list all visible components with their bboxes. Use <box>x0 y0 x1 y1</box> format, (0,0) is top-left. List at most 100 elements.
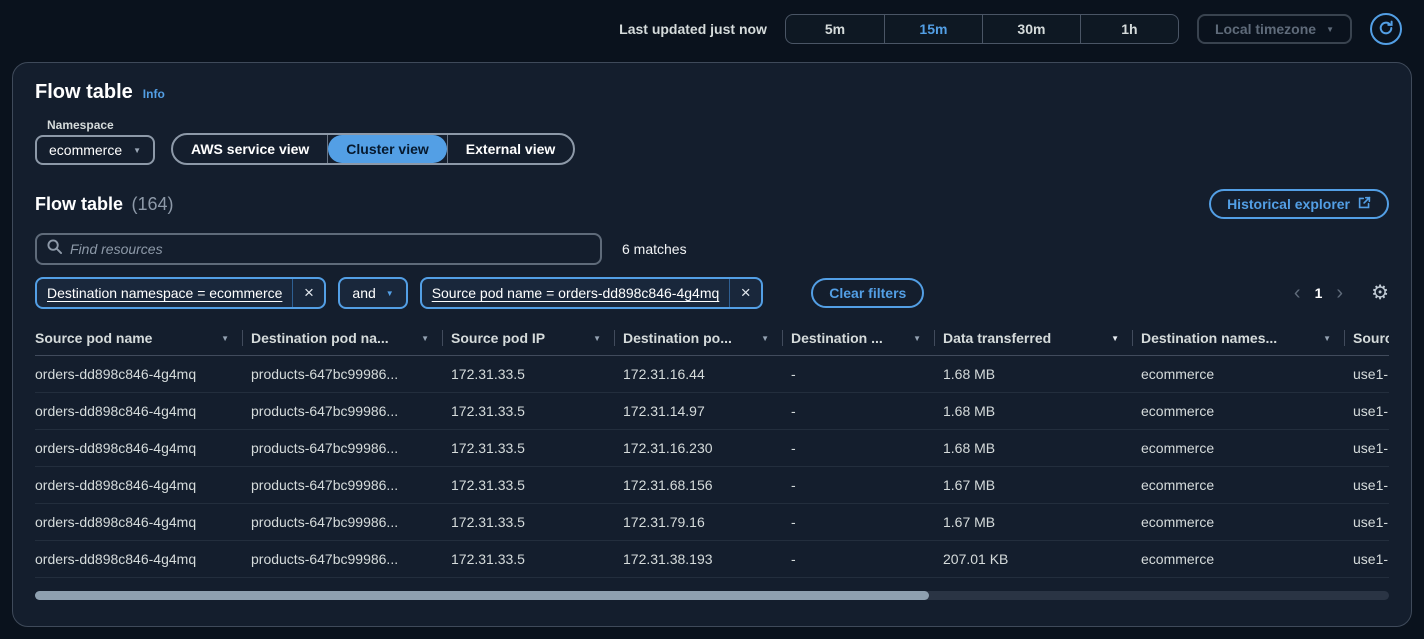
cell-data-transferred: 1.67 MB <box>943 467 1141 504</box>
gear-icon: ⚙ <box>1371 282 1389 304</box>
tab-aws-service-view[interactable]: AWS service view <box>173 135 327 163</box>
column-filter-icon[interactable]: ▼ <box>1323 334 1331 343</box>
table-row[interactable]: orders-dd898c846-4g4mq products-647bc999… <box>35 541 1389 578</box>
column-label: Source pod name <box>35 330 152 346</box>
tab-cluster-view[interactable]: Cluster view <box>328 135 446 163</box>
search-input[interactable] <box>70 241 590 257</box>
remove-filter-button[interactable]: × <box>729 279 761 307</box>
col-header-source-pod-ip[interactable]: Source pod IP ▼ <box>451 323 623 356</box>
time-range-15m[interactable]: 15m <box>884 15 982 43</box>
column-filter-icon[interactable]: ▼ <box>593 334 601 343</box>
cell-data-transferred: 1.67 MB <box>943 504 1141 541</box>
cell-source-pod-ip: 172.31.33.5 <box>451 541 623 578</box>
cell-source-pod-ip: 172.31.33.5 <box>451 356 623 393</box>
clear-filters-button[interactable]: Clear filters <box>811 278 924 308</box>
cell-source-clipped: use1- <box>1353 467 1389 504</box>
table-row[interactable]: orders-dd898c846-4g4mq products-647bc999… <box>35 356 1389 393</box>
cell-source-clipped: use1- <box>1353 504 1389 541</box>
chevron-down-icon: ▼ <box>1326 25 1334 34</box>
previous-page-button[interactable]: ‹ <box>1286 283 1309 303</box>
timezone-dropdown[interactable]: Local timezone ▼ <box>1197 14 1352 44</box>
cell-source-pod-ip: 172.31.33.5 <box>451 467 623 504</box>
refresh-icon <box>1378 20 1394 39</box>
filter-operator-dropdown[interactable]: and ▼ <box>338 277 407 309</box>
remove-filter-button[interactable]: × <box>292 279 324 307</box>
table-row[interactable]: orders-dd898c846-4g4mq products-647bc999… <box>35 430 1389 467</box>
filter-token-source-pod-name: Source pod name = orders-dd898c846-4g4mq… <box>420 277 764 309</box>
column-filter-icon[interactable]: ▼ <box>913 334 921 343</box>
table-row[interactable]: orders-dd898c846-4g4mq products-647bc999… <box>35 393 1389 430</box>
matches-count: 6 matches <box>622 241 687 257</box>
scrollbar-thumb[interactable] <box>35 591 929 600</box>
cell-destination-pod-name: products-647bc99986... <box>251 393 451 430</box>
time-range-5m[interactable]: 5m <box>786 15 884 43</box>
cell-data-transferred: 207.01 KB <box>943 541 1141 578</box>
column-label: Destination names... <box>1141 330 1277 346</box>
view-segmented-control: AWS service view Cluster view External v… <box>171 133 575 165</box>
table-count: (164) <box>131 194 173 214</box>
col-header-destination[interactable]: Destination ... ▼ <box>791 323 943 356</box>
column-label: Destination ... <box>791 330 883 346</box>
cell-destination: - <box>791 467 943 504</box>
column-filter-icon[interactable]: ▼ <box>421 334 429 343</box>
col-header-source-pod-name[interactable]: Source pod name ▼ <box>35 323 251 356</box>
info-link[interactable]: Info <box>143 87 165 101</box>
top-toolbar: Last updated just now 5m 15m 30m 1h Loca… <box>0 0 1424 58</box>
cell-source-pod-name: orders-dd898c846-4g4mq <box>35 356 251 393</box>
close-icon: × <box>741 283 751 303</box>
column-label: Destination pod na... <box>251 330 389 346</box>
cell-destination-namespace: ecommerce <box>1141 356 1353 393</box>
panel-title: Flow table <box>35 81 133 104</box>
cell-source-pod-ip: 172.31.33.5 <box>451 504 623 541</box>
search-icon <box>47 239 62 259</box>
chevron-down-icon: ▼ <box>133 146 141 155</box>
cell-destination-pod-name: products-647bc99986... <box>251 467 451 504</box>
tab-external-view[interactable]: External view <box>448 135 574 163</box>
cell-source-pod-name: orders-dd898c846-4g4mq <box>35 541 251 578</box>
column-filter-icon[interactable]: ▼ <box>221 334 229 343</box>
cell-destination-pod-ip: 172.31.68.156 <box>623 467 791 504</box>
pagination: ‹ 1 › <box>1286 283 1351 303</box>
time-range-1h[interactable]: 1h <box>1080 15 1178 43</box>
column-label: Destination po... <box>623 330 732 346</box>
flow-table: Source pod name▼ Destination pod na...▼ … <box>35 323 1389 578</box>
col-header-destination-namespace[interactable]: Destination names... ▼ <box>1141 323 1353 356</box>
horizontal-scrollbar[interactable] <box>35 591 1389 600</box>
sort-descending-icon[interactable]: ▼ <box>1111 334 1119 343</box>
table-row[interactable]: orders-dd898c846-4g4mq products-647bc999… <box>35 504 1389 541</box>
column-filter-icon[interactable]: ▼ <box>761 334 769 343</box>
flow-table-panel: Flow table Info Namespace ecommerce ▼ AW… <box>12 62 1412 627</box>
cell-destination: - <box>791 356 943 393</box>
time-range-segmented-control: 5m 15m 30m 1h <box>785 14 1179 44</box>
table-row[interactable]: orders-dd898c846-4g4mq products-647bc999… <box>35 467 1389 504</box>
cell-source-clipped: use1- <box>1353 393 1389 430</box>
cell-destination: - <box>791 430 943 467</box>
table-heading: Flow table <box>35 194 123 214</box>
table-settings-button[interactable]: ⚙ <box>1371 283 1389 303</box>
cell-destination-namespace: ecommerce <box>1141 393 1353 430</box>
cell-destination-pod-ip: 172.31.16.44 <box>623 356 791 393</box>
clear-filters-label: Clear filters <box>829 285 906 301</box>
next-page-button[interactable]: › <box>1328 283 1351 303</box>
filter-token-label[interactable]: Destination namespace = ecommerce <box>37 279 292 307</box>
column-label: Sourc <box>1353 330 1389 346</box>
cell-data-transferred: 1.68 MB <box>943 393 1141 430</box>
time-range-30m[interactable]: 30m <box>982 15 1080 43</box>
cell-data-transferred: 1.68 MB <box>943 430 1141 467</box>
historical-explorer-button[interactable]: Historical explorer <box>1209 189 1389 219</box>
cell-destination: - <box>791 504 943 541</box>
table-header-row: Source pod name▼ Destination pod na...▼ … <box>35 323 1389 356</box>
cell-destination-pod-ip: 172.31.16.230 <box>623 430 791 467</box>
column-label: Source pod IP <box>451 330 545 346</box>
refresh-button[interactable] <box>1370 13 1402 45</box>
cell-source-pod-name: orders-dd898c846-4g4mq <box>35 430 251 467</box>
cell-destination-pod-ip: 172.31.38.193 <box>623 541 791 578</box>
namespace-select[interactable]: ecommerce ▼ <box>35 135 155 165</box>
col-header-data-transferred[interactable]: Data transferred▼ <box>943 323 1141 356</box>
filter-token-label[interactable]: Source pod name = orders-dd898c846-4g4mq <box>422 279 730 307</box>
col-header-destination-pod-ip[interactable]: Destination po... ▼ <box>623 323 791 356</box>
col-header-destination-pod-name[interactable]: Destination pod na... ▼ <box>251 323 451 356</box>
col-header-source-clipped[interactable]: Sourc▼ <box>1353 323 1389 356</box>
chevron-down-icon: ▼ <box>386 289 394 298</box>
cell-destination-pod-name: products-647bc99986... <box>251 430 451 467</box>
